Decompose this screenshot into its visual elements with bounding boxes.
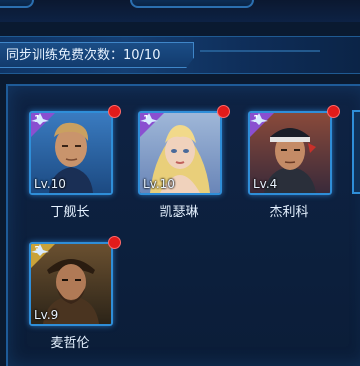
header-decoration <box>200 50 320 52</box>
officer-name: 杰利科 <box>269 205 309 220</box>
officer-portrait[interactable]: 1 Lv.4 <box>248 111 332 195</box>
officer-card[interactable]: 3 Lv.9 麦哲伦 <box>28 236 121 351</box>
ship-icon <box>31 244 49 256</box>
officer-name: 凯瑟琳 <box>159 205 199 220</box>
officer-portrait[interactable]: 1 Lv.10 <box>29 111 113 195</box>
ship-icon <box>140 113 158 125</box>
notification-dot <box>108 105 121 118</box>
officer-level: Lv.10 <box>143 177 175 191</box>
officer-portrait[interactable]: 3 Lv.9 <box>29 242 113 326</box>
officer-name: 麦哲伦 <box>50 336 90 351</box>
ship-icon <box>31 113 49 125</box>
officer-level: Lv.10 <box>34 177 66 191</box>
notification-dot <box>327 105 340 118</box>
free-training-count: 同步训练免费次数：10/10 <box>0 42 194 68</box>
notification-dot <box>217 105 230 118</box>
ship-icon <box>250 113 268 125</box>
officer-card[interactable]: 1 Lv.10 凯瑟琳 <box>137 105 230 220</box>
officer-name: 丁舰长 <box>50 205 90 220</box>
top-strip <box>0 0 360 22</box>
top-tab-left[interactable] <box>0 0 34 8</box>
officer-card[interactable]: 1 Lv.4 杰利科 <box>247 105 340 220</box>
officer-card[interactable]: 1 Lv.10 丁舰长 <box>28 105 121 220</box>
top-tab-center[interactable] <box>130 0 254 8</box>
notification-dot <box>108 236 121 249</box>
officer-level: Lv.4 <box>253 177 278 191</box>
officer-card-partial[interactable] <box>352 110 360 194</box>
officer-portrait[interactable]: 1 Lv.10 <box>138 111 222 195</box>
officer-level: Lv.9 <box>34 308 59 322</box>
